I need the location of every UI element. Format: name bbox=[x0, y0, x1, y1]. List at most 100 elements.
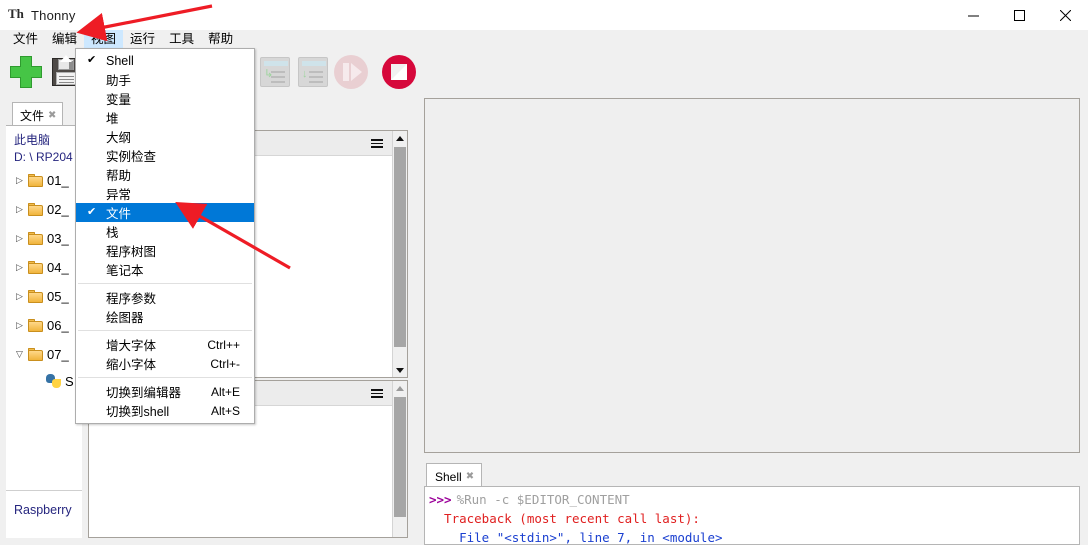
maximize-icon[interactable] bbox=[996, 0, 1042, 30]
close-icon[interactable] bbox=[1042, 0, 1088, 30]
shell-command-line: >>> %Run -c $EDITOR_CONTENT bbox=[429, 490, 1079, 509]
tree-row[interactable]: ▽ 07_ bbox=[6, 340, 82, 369]
scroll-up-icon[interactable] bbox=[393, 381, 407, 395]
close-icon[interactable]: ✖ bbox=[466, 471, 474, 482]
menu-item-program-arguments[interactable]: 程序参数 bbox=[76, 288, 254, 307]
tree-row[interactable]: ▷ 04_ bbox=[6, 253, 82, 282]
menu-item-label: 缩小字体 bbox=[106, 358, 157, 372]
shell-tabbar: Shell ✖ bbox=[424, 462, 1080, 486]
current-path-label[interactable]: D: \ RP204 bbox=[6, 149, 82, 166]
tab-shell[interactable]: Shell ✖ bbox=[426, 463, 483, 486]
menu-item-object-inspector[interactable]: 实例检查 bbox=[76, 146, 254, 165]
menu-item-exception[interactable]: 异常 bbox=[76, 184, 254, 203]
resume-button[interactable] bbox=[334, 55, 368, 89]
menu-view[interactable]: 视图 bbox=[84, 30, 124, 48]
menu-item-help[interactable]: 帮助 bbox=[76, 165, 254, 184]
menu-item-variables[interactable]: 变量 bbox=[76, 89, 254, 108]
folder-icon bbox=[28, 290, 43, 303]
menu-hamburger-icon[interactable] bbox=[371, 139, 383, 148]
menu-item-label: 变量 bbox=[106, 93, 132, 107]
menu-run[interactable]: 运行 bbox=[123, 30, 162, 48]
menu-item-label: 程序参数 bbox=[106, 292, 157, 306]
step-into-button[interactable]: ↓ bbox=[298, 57, 328, 87]
raspberry-label[interactable]: Raspberry bbox=[6, 491, 82, 517]
chevron-down-icon[interactable]: ▽ bbox=[16, 349, 28, 360]
menu-item-label: Shell bbox=[106, 53, 134, 68]
folder-icon bbox=[28, 203, 43, 216]
vertical-scrollbar[interactable] bbox=[392, 131, 407, 377]
tab-files[interactable]: 文件 ✖ bbox=[12, 102, 64, 125]
tree-item-label: S bbox=[65, 373, 74, 389]
folder-icon bbox=[28, 232, 43, 245]
chevron-right-icon[interactable]: ▷ bbox=[16, 175, 28, 186]
new-file-button[interactable] bbox=[10, 56, 42, 88]
menu-item-accel: Alt+S bbox=[210, 403, 240, 418]
menu-item-notebook[interactable]: 笔记本 bbox=[76, 260, 254, 279]
tab-shell-label: Shell bbox=[435, 469, 462, 484]
files-pane-tabbar: 文件 ✖ bbox=[6, 100, 82, 125]
editor-area[interactable] bbox=[424, 98, 1080, 453]
tree-row[interactable]: S bbox=[6, 369, 82, 393]
menu-item-program-tree[interactable]: 程序树图 bbox=[76, 241, 254, 260]
menu-item-assistant[interactable]: 助手 bbox=[76, 70, 254, 89]
menu-item-plotter[interactable]: 绘图器 bbox=[76, 307, 254, 326]
step-over-button[interactable]: ↳ bbox=[260, 57, 290, 87]
scroll-down-icon[interactable] bbox=[393, 363, 407, 377]
menu-separator bbox=[78, 330, 252, 331]
chevron-right-icon[interactable]: ▷ bbox=[16, 320, 28, 331]
minimize-icon[interactable] bbox=[950, 0, 996, 30]
menu-item-decrease-font[interactable]: 缩小字体 Ctrl+- bbox=[76, 354, 254, 373]
menu-item-shell[interactable]: ✔ Shell bbox=[76, 51, 254, 70]
menu-item-label: 笔记本 bbox=[106, 264, 144, 278]
menu-item-label: 栈 bbox=[106, 226, 119, 240]
shell-command: %Run -c $EDITOR_CONTENT bbox=[456, 492, 630, 507]
menu-hamburger-icon[interactable] bbox=[371, 389, 383, 398]
title-bar: Th Thonny bbox=[0, 0, 1088, 30]
thonny-icon: Th bbox=[8, 6, 24, 21]
menu-item-stack[interactable]: 栈 bbox=[76, 222, 254, 241]
stop-button[interactable] bbox=[382, 55, 416, 89]
tree-item-label: 01_ bbox=[47, 173, 69, 188]
tree-row[interactable]: ▷ 02_ bbox=[6, 195, 82, 224]
menu-file[interactable]: 文件 bbox=[6, 30, 45, 48]
menu-item-label: 助手 bbox=[106, 74, 132, 88]
vertical-scrollbar[interactable] bbox=[392, 381, 407, 537]
menu-item-heap[interactable]: 堆 bbox=[76, 108, 254, 127]
tree-item-label: 07_ bbox=[47, 347, 69, 362]
file-tree[interactable]: 此电脑 D: \ RP204 ▷ 01_ ▷ 02_ ▷ 03_ ▷ 04_ ▷… bbox=[6, 125, 82, 485]
shell-pane: Shell ✖ >>> %Run -c $EDITOR_CONTENT Trace… bbox=[424, 462, 1080, 545]
menu-item-files[interactable]: ✔ 文件 bbox=[76, 203, 254, 222]
menu-tools[interactable]: 工具 bbox=[162, 30, 201, 48]
check-icon: ✔ bbox=[87, 206, 97, 218]
this-computer-label[interactable]: 此电脑 bbox=[6, 132, 82, 149]
tree-row[interactable]: ▷ 01_ bbox=[6, 166, 82, 195]
menu-item-increase-font[interactable]: 增大字体 Ctrl++ bbox=[76, 335, 254, 354]
view-dropdown-menu[interactable]: ✔ Shell 助手 变量 堆 大纲 实例检查 帮助 异常 ✔ 文件 栈 程序树… bbox=[75, 48, 255, 424]
menu-item-label: 程序树图 bbox=[106, 245, 157, 259]
chevron-right-icon[interactable]: ▷ bbox=[16, 262, 28, 273]
chevron-right-icon[interactable]: ▷ bbox=[16, 291, 28, 302]
menu-item-focus-shell[interactable]: 切换到shell Alt+S bbox=[76, 401, 254, 420]
scrollbar-thumb[interactable] bbox=[394, 397, 406, 517]
menu-item-label: 堆 bbox=[106, 112, 119, 126]
menu-item-focus-editor[interactable]: 切换到编辑器 Alt+E bbox=[76, 382, 254, 401]
close-icon[interactable]: ✖ bbox=[48, 110, 56, 121]
tree-item-label: 05_ bbox=[47, 289, 69, 304]
scrollbar-thumb[interactable] bbox=[394, 147, 406, 347]
scroll-up-icon[interactable] bbox=[393, 131, 407, 145]
menu-edit[interactable]: 编辑 bbox=[45, 30, 84, 48]
tree-row[interactable]: ▷ 05_ bbox=[6, 282, 82, 311]
tree-item-label: 04_ bbox=[47, 260, 69, 275]
shell-output[interactable]: >>> %Run -c $EDITOR_CONTENT Traceback (mo… bbox=[424, 486, 1080, 545]
folder-icon bbox=[28, 174, 43, 187]
menu-item-outline[interactable]: 大纲 bbox=[76, 127, 254, 146]
menu-separator bbox=[78, 283, 252, 284]
chevron-right-icon[interactable]: ▷ bbox=[16, 204, 28, 215]
shell-traceback-line: Traceback (most recent call last): bbox=[429, 511, 700, 526]
tree-row[interactable]: ▷ 06_ bbox=[6, 311, 82, 340]
window-controls bbox=[950, 0, 1088, 30]
menu-bar: 文件 编辑 视图 运行 工具 帮助 bbox=[0, 30, 1088, 48]
menu-help[interactable]: 帮助 bbox=[201, 30, 240, 48]
chevron-right-icon[interactable]: ▷ bbox=[16, 233, 28, 244]
tree-row[interactable]: ▷ 03_ bbox=[6, 224, 82, 253]
